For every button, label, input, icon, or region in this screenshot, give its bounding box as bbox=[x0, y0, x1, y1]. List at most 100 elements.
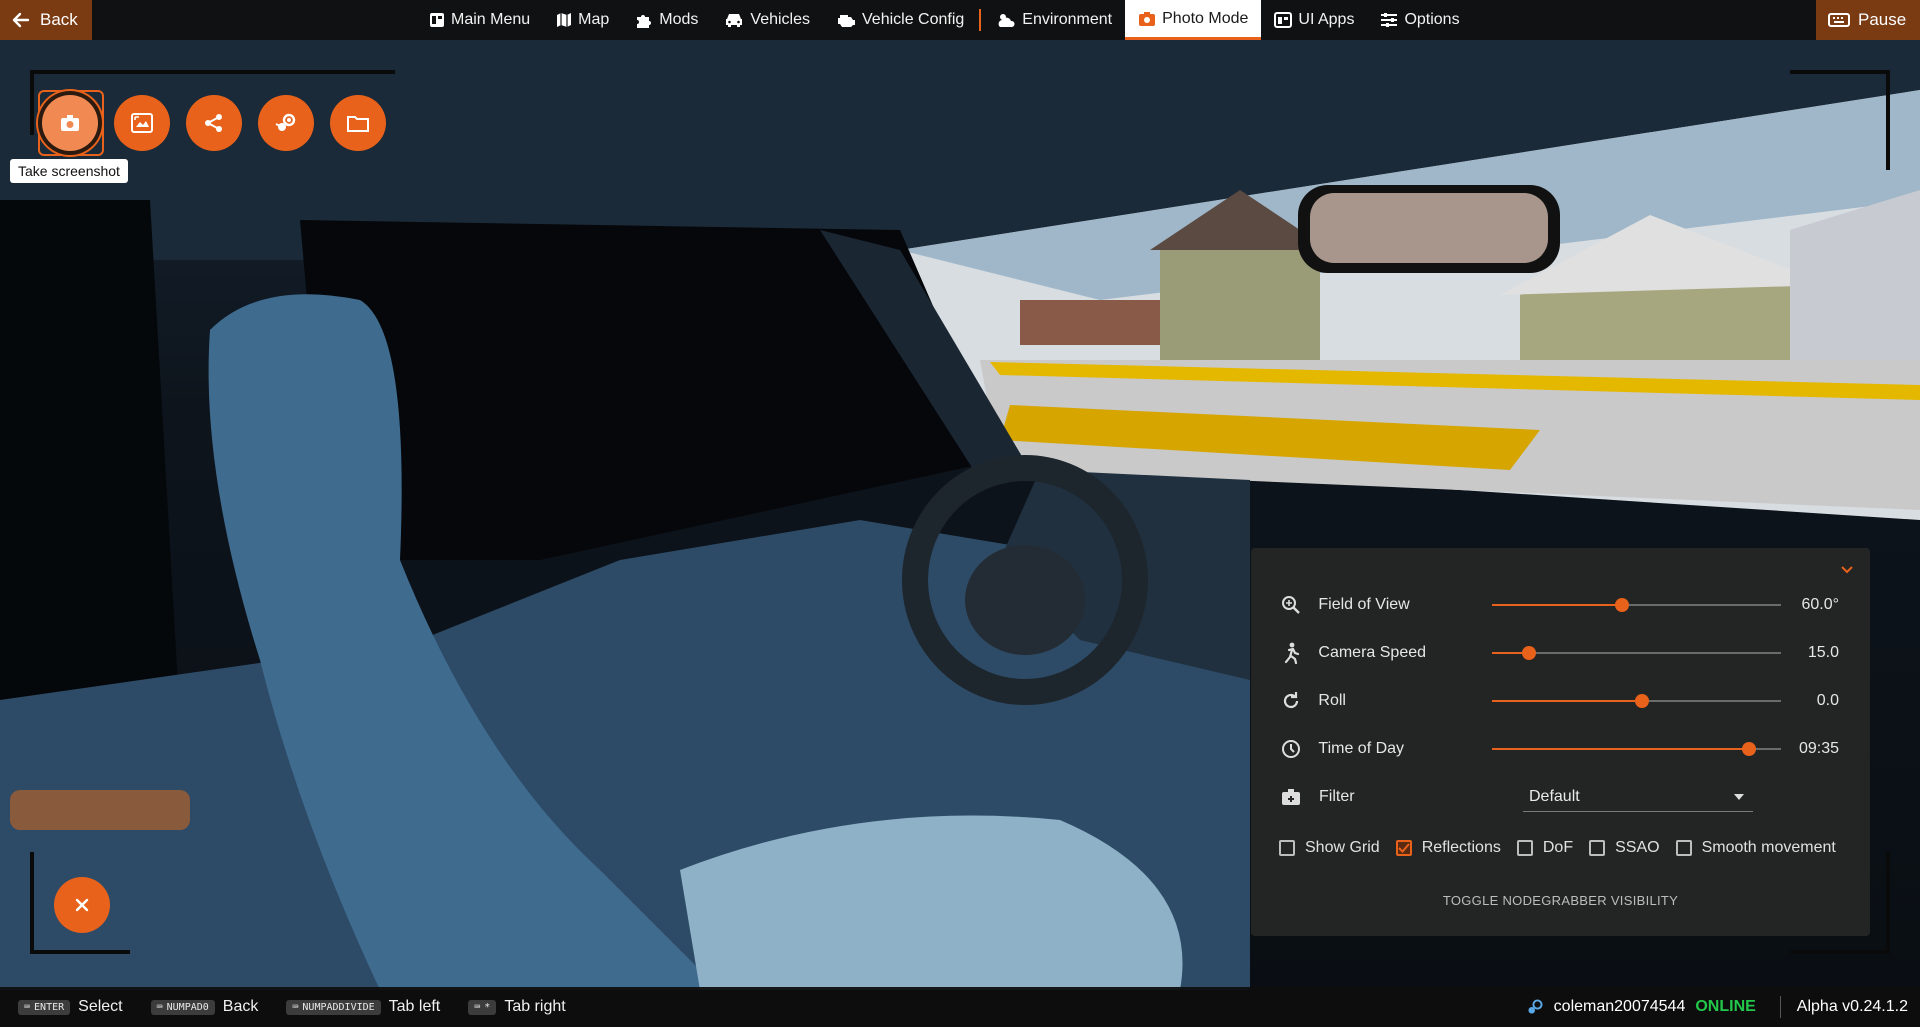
filter-selected-value: Default bbox=[1529, 787, 1580, 805]
divider bbox=[1779, 996, 1781, 1018]
engine-icon bbox=[836, 12, 856, 28]
fov-value: 60.0° bbox=[1801, 596, 1839, 613]
bottom-hint-bar: ⌨ ENTER Select ⌨ NUMPAD0 Back ⌨ NUMPADDIVID… bbox=[0, 987, 1920, 1027]
nav-map[interactable]: Map bbox=[543, 0, 622, 40]
time-of-day-slider-fill bbox=[1491, 748, 1749, 750]
roll-slider-fill bbox=[1491, 700, 1642, 702]
nav-separator bbox=[979, 9, 982, 31]
show-grid-checkbox[interactable]: Show Grid bbox=[1279, 839, 1380, 857]
version-label: Alpha v0.24.1.2 bbox=[1796, 998, 1908, 1015]
hint-select: ⌨ ENTER Select bbox=[18, 998, 123, 1016]
steam-icon bbox=[275, 112, 297, 134]
keyboard-icon: ⌨ bbox=[474, 1001, 481, 1013]
time-of-day-slider-knob[interactable] bbox=[1741, 742, 1756, 756]
dof-checkbox[interactable]: DoF bbox=[1516, 839, 1574, 857]
roll-slider-knob[interactable] bbox=[1634, 694, 1649, 708]
time-of-day-label: Time of Day bbox=[1318, 740, 1405, 757]
camera-speed-label: Camera Speed bbox=[1318, 644, 1427, 661]
nav-vehicle-config[interactable]: Vehicle Config bbox=[823, 0, 977, 40]
smooth-movement-checkbox[interactable]: Smooth movement bbox=[1675, 839, 1836, 857]
nav-label: Options bbox=[1404, 11, 1460, 28]
back-button[interactable]: Back bbox=[0, 0, 92, 40]
key-badge: ⌨ NUMPAD0 bbox=[150, 999, 215, 1015]
keyboard-icon: ⌨ bbox=[24, 1001, 31, 1013]
frame-corner-top-right bbox=[1790, 70, 1890, 170]
nav-label: Mods bbox=[659, 11, 699, 28]
checkbox-box bbox=[1279, 840, 1295, 856]
checkbox-checked-box bbox=[1395, 840, 1412, 856]
camera-icon bbox=[60, 114, 80, 132]
share-button[interactable] bbox=[186, 95, 242, 151]
nav-label: UI Apps bbox=[1298, 11, 1355, 28]
share-icon bbox=[204, 113, 224, 133]
nav-label: Environment bbox=[1022, 11, 1113, 28]
dof-label: DoF bbox=[1542, 839, 1574, 856]
collapse-panel-button[interactable] bbox=[1840, 562, 1854, 580]
pause-button[interactable]: Pause bbox=[1816, 0, 1920, 40]
key-name: NUMPADDIVIDE bbox=[302, 1001, 375, 1013]
camera-icon bbox=[1138, 11, 1156, 27]
close-icon bbox=[74, 897, 90, 913]
key-badge: ⌨ ENTER bbox=[18, 999, 71, 1015]
nav-label: Main Menu bbox=[451, 11, 531, 28]
nav-photo-mode[interactable]: Photo Mode bbox=[1125, 0, 1262, 40]
clock-icon bbox=[1279, 739, 1302, 759]
camera-speed-slider-knob[interactable] bbox=[1522, 646, 1537, 660]
take-screenshot-button[interactable] bbox=[42, 95, 98, 151]
checkbox-box bbox=[1516, 840, 1533, 856]
filter-select[interactable]: Default bbox=[1523, 782, 1753, 812]
walking-icon bbox=[1279, 642, 1302, 664]
camera-speed-value: 15.0 bbox=[1807, 644, 1839, 661]
account-status: coleman20074544 ONLINE Alpha v0.24.1.2 bbox=[1526, 987, 1920, 1027]
fov-label: Field of View bbox=[1318, 596, 1410, 613]
ssao-checkbox[interactable]: SSAO bbox=[1589, 839, 1660, 857]
reflections-checkbox[interactable]: Reflections bbox=[1395, 839, 1501, 857]
nav-vehicles[interactable]: Vehicles bbox=[711, 0, 823, 40]
fov-slider-knob[interactable] bbox=[1614, 598, 1629, 612]
toggle-nodegrabber-button[interactable]: TOGGLE NODEGRABBER VISIBILITY bbox=[1251, 893, 1870, 908]
camera-speed-row: Camera Speed 15.0 bbox=[1279, 638, 1839, 668]
fov-slider[interactable] bbox=[1491, 595, 1781, 615]
chevron-down-icon bbox=[1840, 565, 1854, 575]
photo-tools bbox=[42, 95, 386, 151]
pause-label: Pause bbox=[1858, 10, 1907, 29]
main-nav: Main Menu Map Mods Vehicles Vehicle Conf… bbox=[416, 0, 1473, 40]
nav-ui-apps[interactable]: UI Apps bbox=[1261, 0, 1367, 40]
nav-options[interactable]: Options bbox=[1367, 0, 1472, 40]
nav-main-menu[interactable]: Main Menu bbox=[416, 0, 543, 40]
smooth-movement-label: Smooth movement bbox=[1701, 839, 1836, 856]
dropdown-arrow-icon bbox=[1733, 793, 1745, 801]
photo-settings-panel: Field of View 60.0° Camera Speed 15.0 Ro… bbox=[1251, 548, 1870, 936]
tooltip: Take screenshot bbox=[10, 159, 128, 183]
close-photo-mode-button[interactable] bbox=[54, 877, 110, 933]
checkbox-box bbox=[1675, 840, 1692, 856]
rotate-icon bbox=[1279, 691, 1302, 711]
checkbox-box bbox=[1589, 840, 1606, 856]
roll-slider[interactable] bbox=[1491, 691, 1781, 711]
map-icon bbox=[556, 12, 572, 28]
nav-environment[interactable]: Environment bbox=[983, 0, 1125, 40]
roll-value: 0.0 bbox=[1816, 692, 1839, 709]
zoom-icon bbox=[1279, 595, 1302, 615]
nav-label: Map bbox=[578, 11, 610, 28]
steam-button[interactable] bbox=[258, 95, 314, 151]
time-of-day-slider[interactable] bbox=[1491, 739, 1781, 759]
hint-label: Tab right bbox=[504, 998, 566, 1015]
folder-icon bbox=[347, 114, 369, 132]
main-menu-icon bbox=[429, 12, 445, 28]
key-name: * bbox=[484, 1001, 491, 1013]
time-of-day-value: 09:35 bbox=[1798, 740, 1839, 757]
reflections-label: Reflections bbox=[1421, 839, 1501, 856]
key-badge: ⌨ * bbox=[468, 999, 497, 1015]
roll-row: Roll 0.0 bbox=[1279, 686, 1839, 716]
weather-icon bbox=[996, 11, 1016, 29]
open-folder-button[interactable] bbox=[330, 95, 386, 151]
camera-speed-slider[interactable] bbox=[1491, 643, 1781, 663]
key-name: NUMPAD0 bbox=[166, 1001, 209, 1013]
nav-label: Photo Mode bbox=[1162, 9, 1249, 27]
hint-label: Select bbox=[78, 998, 123, 1015]
hint-tab-left: ⌨ NUMPADDIVIDE Tab left bbox=[286, 998, 440, 1016]
nav-mods[interactable]: Mods bbox=[622, 0, 711, 40]
arrow-left-icon bbox=[12, 11, 30, 29]
fullscreen-screenshot-button[interactable] bbox=[114, 95, 170, 151]
